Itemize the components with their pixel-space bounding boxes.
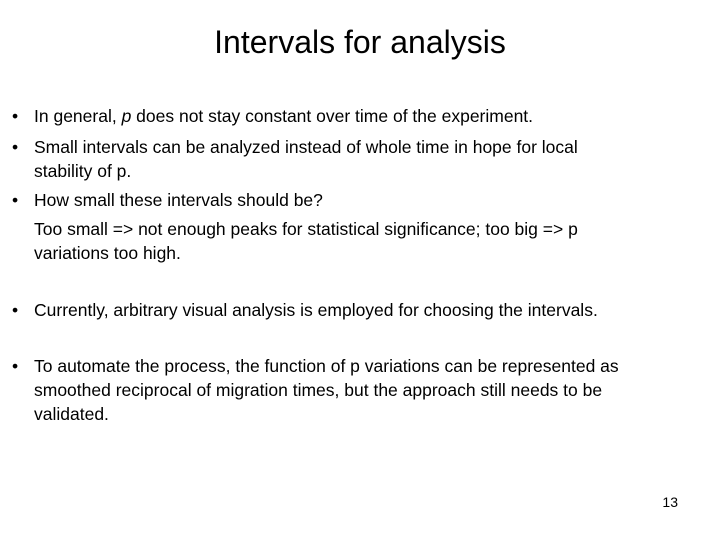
bullet-item: • How small these intervals should be? T… (12, 188, 578, 265)
bullet-text-line: Currently, arbitrary visual analysis is … (34, 300, 598, 320)
bullet-text-line: validated. (34, 404, 109, 424)
bullet-icon: • (12, 190, 19, 210)
bullet-text-line: variations too high. (34, 243, 181, 263)
page-number: 13 (662, 494, 678, 510)
bullet-icon: • (12, 106, 19, 126)
bullet-icon: • (12, 356, 19, 376)
bullet-text-line: Too small => not enough peaks for statis… (34, 219, 578, 239)
bullet-text-line: smoothed reciprocal of migration times, … (34, 380, 603, 400)
bullet-item: • Small intervals can be analyzed instea… (12, 135, 578, 183)
bullet-text-line: To automate the process, the function of… (34, 356, 619, 376)
slide-title: Intervals for analysis (214, 24, 506, 60)
bullet-icon: • (12, 137, 19, 157)
bullet-text-line: Small intervals can be analyzed instead … (34, 137, 578, 157)
bullet-item: • In general, p does not stay constant o… (12, 104, 533, 128)
bullet-item: • Currently, arbitrary visual analysis i… (12, 298, 598, 322)
bullet-text: In general, p does not stay constant ove… (34, 106, 534, 126)
bullet-icon: • (12, 300, 19, 320)
bullet-item: • To automate the process, the function … (12, 354, 619, 426)
bullet-text-line: stability of p. (34, 161, 132, 181)
bullet-text-line: How small these intervals should be? (34, 190, 323, 210)
